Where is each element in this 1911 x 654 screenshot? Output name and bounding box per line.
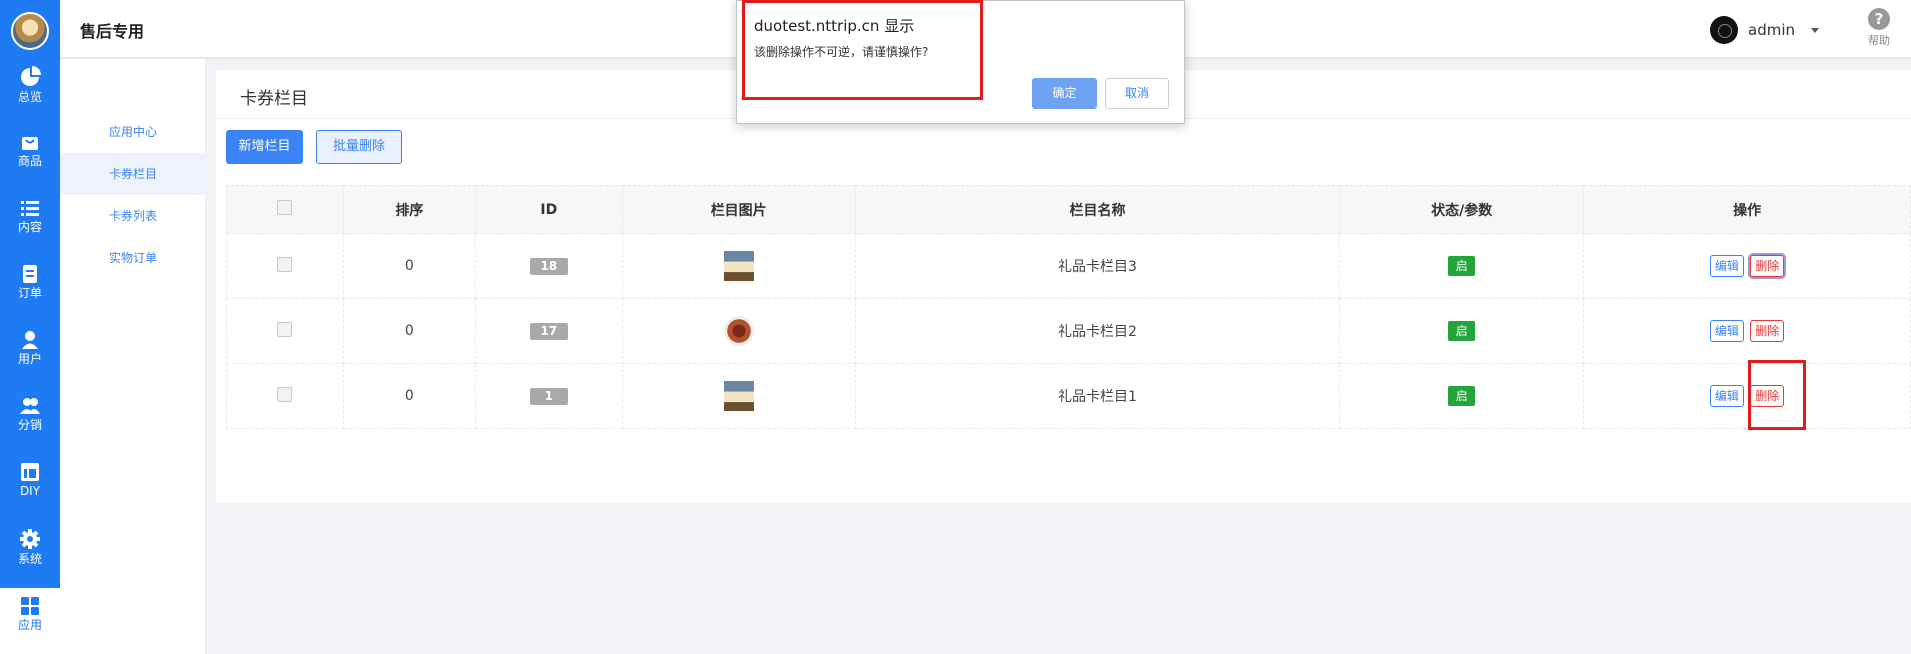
category-name: 礼品卡栏目3 [854,233,1341,299]
annotation-highlight [1748,360,1806,430]
table-header-row: 排序 ID 栏目图片 栏目名称 状态/参数 操作 [226,185,1911,234]
row-checkbox[interactable] [277,321,293,337]
status-badge[interactable]: 启 [1448,256,1476,276]
column-header-id: ID [474,185,623,234]
rail-item-diy[interactable]: DIY [0,454,60,520]
category-image [723,316,754,346]
edit-button[interactable]: 编辑 [1709,255,1744,277]
column-header-status: 状态/参数 [1339,185,1585,234]
edit-button[interactable]: 编辑 [1709,320,1744,342]
pie-chart-icon [21,66,41,86]
rail-item-label: 内容 [17,220,42,234]
rail-item-label: 应用 [17,618,42,632]
help-button[interactable]: ? 帮助 [1861,8,1897,48]
annotation-highlight [742,0,983,100]
id-badge: 1 [529,387,568,405]
rail-item-label: 系统 [17,552,42,566]
category-table: 排序 ID 栏目图片 栏目名称 状态/参数 操作 0 18 礼品卡栏目3 启 编… [226,185,1911,429]
subnav-item-physical-orders[interactable]: 实物订单 [60,237,206,279]
users-icon [20,398,40,414]
user-icon [22,331,38,349]
page-title: 卡券栏目 [240,89,308,109]
rail-item-distribution[interactable]: 分销 [0,388,60,454]
rail-item-label: 总览 [17,90,42,104]
rail-item-overview[interactable]: 总览 [0,58,60,124]
category-image [723,251,754,281]
chevron-down-icon [1811,27,1819,33]
subnav-item-card-category[interactable]: 卡券栏目 [60,153,206,195]
rail-item-orders[interactable]: 订单 [0,256,60,322]
table-row: 0 17 礼品卡栏目2 启 编辑 删除 [226,298,1911,364]
help-label: 帮助 [1868,34,1890,47]
id-badge: 17 [529,322,568,340]
status-badge[interactable]: 启 [1448,321,1476,341]
rail-item-content[interactable]: 内容 [0,190,60,256]
row-checkbox[interactable] [277,386,293,402]
user-avatar [1710,16,1738,44]
rail-item-products[interactable]: 商品 [0,124,60,190]
rail-item-label: 商品 [17,154,42,168]
edit-button[interactable]: 编辑 [1709,385,1744,407]
select-all-cell [226,185,344,234]
user-menu[interactable]: admin [1710,16,1819,44]
category-image [723,381,754,411]
rail-item-label: 分销 [17,418,42,432]
layout-icon [21,463,39,481]
rail-item-apps[interactable]: 应用 [0,588,60,654]
shopping-bag-icon [22,137,38,150]
brand-title: 售后专用 [80,22,145,41]
sort-value: 0 [342,233,476,299]
subnav-item-card-list[interactable]: 卡券列表 [60,195,206,237]
main-card: 卡券栏目 新增栏目 批量删除 排序 ID 栏目图片 栏目名称 状态/参数 操作 … [216,70,1911,503]
delete-button[interactable]: 删除 [1748,253,1787,279]
add-category-button[interactable]: 新增栏目 [226,130,303,164]
table-row: 0 18 礼品卡栏目3 启 编辑 删除 [226,233,1911,299]
avatar[interactable] [11,12,49,50]
select-all-checkbox[interactable] [277,200,293,215]
row-checkbox[interactable] [277,256,293,272]
cancel-button[interactable]: 取消 [1105,78,1169,109]
column-header-actions: 操作 [1583,185,1911,234]
sub-sidebar: 应用中心 卡券栏目 卡券列表 实物订单 [60,59,206,654]
column-header-image: 栏目图片 [621,185,856,234]
subnav-item-app-center[interactable]: 应用中心 [60,111,206,153]
rail-item-label: 用户 [17,352,42,366]
category-name: 礼品卡栏目1 [854,363,1341,429]
column-header-sort: 排序 [342,185,476,234]
status-badge[interactable]: 启 [1448,386,1476,406]
list-icon [21,201,39,216]
delete-button[interactable]: 删除 [1750,320,1785,342]
column-header-name: 栏目名称 [854,185,1341,234]
rail-item-users[interactable]: 用户 [0,322,60,388]
user-name: admin [1748,21,1795,39]
question-icon: ? [1868,8,1890,30]
sort-value: 0 [342,363,476,429]
rail-item-label: DIY [19,484,41,498]
category-name: 礼品卡栏目2 [854,298,1341,364]
rail-item-system[interactable]: 系统 [0,520,60,586]
batch-delete-button[interactable]: 批量删除 [316,130,402,164]
confirm-button[interactable]: 确定 [1032,78,1097,109]
gear-icon [20,529,40,549]
table-row: 0 1 礼品卡栏目1 启 编辑 删除 [226,363,1911,429]
sort-value: 0 [342,298,476,364]
grid-icon [21,597,39,615]
id-badge: 18 [529,257,568,275]
rail-item-label: 订单 [17,286,42,300]
icon-rail: 总览 商品 内容 订单 用户 分销 DIY 系统 应用 [0,0,60,654]
document-icon [23,265,37,283]
